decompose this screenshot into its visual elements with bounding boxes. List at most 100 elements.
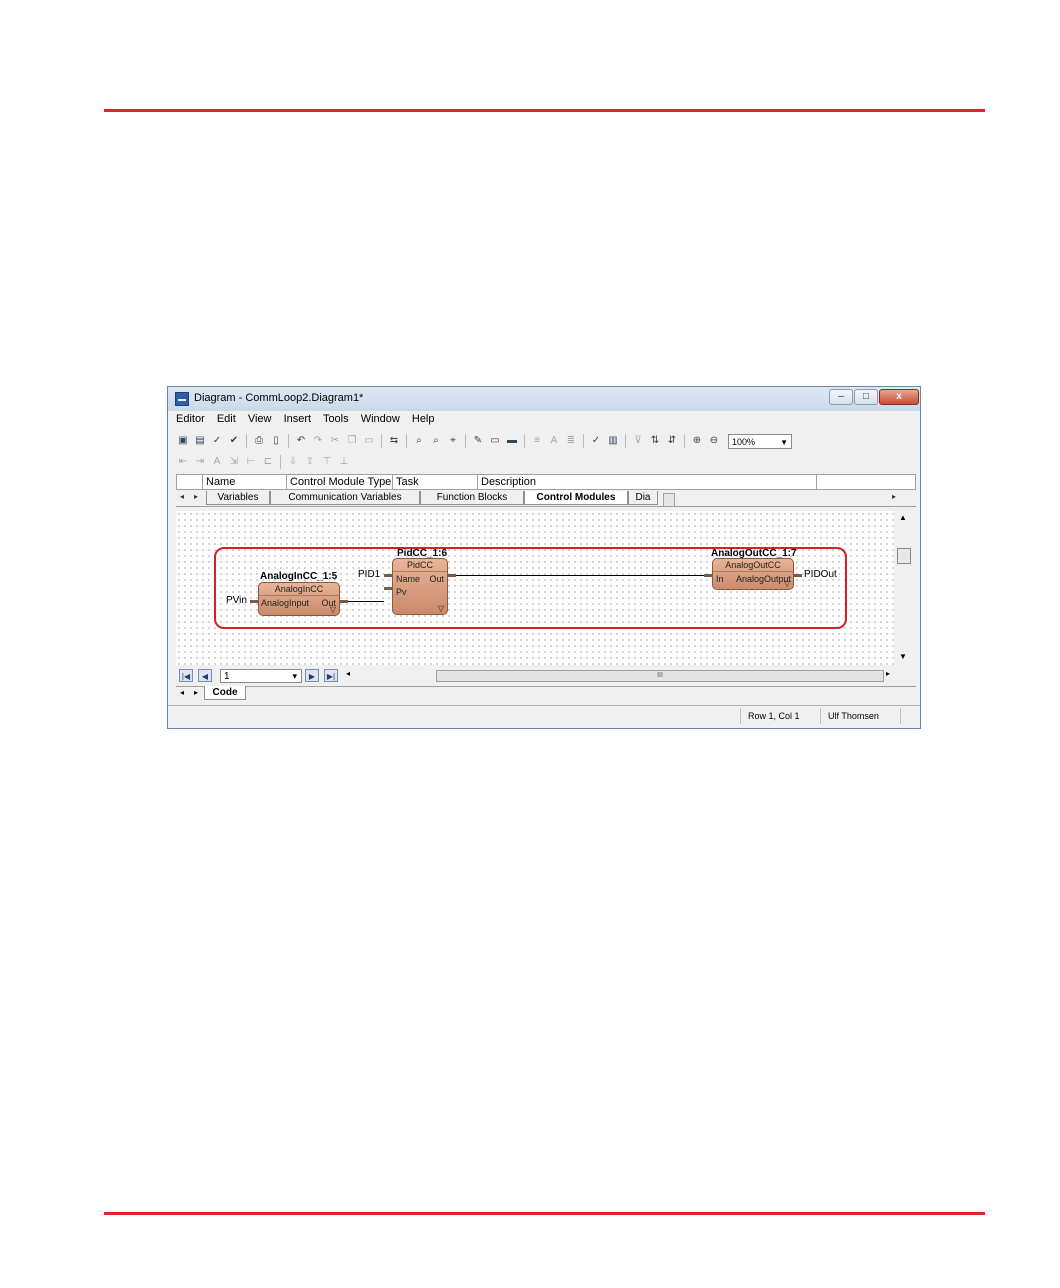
undo-icon[interactable]: ↶ xyxy=(294,434,308,448)
analogout-block[interactable]: AnalogOutCC In AnalogOutput ▽ xyxy=(712,558,794,590)
verify-icon[interactable]: ✓ xyxy=(589,434,603,448)
save-icon[interactable]: ▣ xyxy=(176,434,190,448)
pid-block[interactable]: PidCC Name Pv Out ▽ xyxy=(392,558,448,615)
variables-icon[interactable]: ▥ xyxy=(606,434,620,448)
import-icon[interactable]: ⇩ xyxy=(286,455,300,469)
horizontal-scrollbar[interactable]: ◂ III ▸ xyxy=(344,669,892,682)
branch-icon[interactable]: ⊢ xyxy=(244,455,258,469)
scroll-left-icon[interactable]: ◂ xyxy=(346,669,350,678)
first-page-icon[interactable]: |◀ xyxy=(179,669,193,682)
analogin-block[interactable]: AnalogInCC AnalogInput Out ▽ xyxy=(258,582,340,616)
pin-stub xyxy=(448,574,456,577)
column-name[interactable]: Name xyxy=(203,475,287,489)
text-icon[interactable]: A xyxy=(210,455,224,469)
horizontal-scroll-thumb[interactable]: III xyxy=(436,670,884,682)
print-preview-icon[interactable]: ▯ xyxy=(269,434,283,448)
column-description[interactable]: Description xyxy=(478,475,817,489)
tab-control-modules[interactable]: Control Modules xyxy=(524,491,628,505)
bottom-icon[interactable]: ⊥ xyxy=(337,455,351,469)
editor-tabs: ◂ ▸ Variables Communication Variables Fu… xyxy=(176,491,916,507)
cut-icon[interactable]: ✂ xyxy=(328,434,342,448)
top-icon[interactable]: ⊤ xyxy=(320,455,334,469)
maximize-button[interactable]: □ xyxy=(854,389,878,405)
replace-icon[interactable]: ⌖ xyxy=(446,434,460,448)
find-next-icon[interactable]: ⌕ xyxy=(429,434,443,448)
code-tab-left-icon[interactable]: ◂ xyxy=(180,688,184,697)
menu-insert[interactable]: Insert xyxy=(284,413,312,425)
tab-strip-scroll-thumb[interactable] xyxy=(663,493,675,507)
menu-help[interactable]: Help xyxy=(412,413,435,425)
column-control-module-type[interactable]: Control Module Type xyxy=(287,475,393,489)
font-icon[interactable]: A xyxy=(547,434,561,448)
toolbar-separator xyxy=(524,434,525,448)
check-icon[interactable]: ✓ xyxy=(210,434,224,448)
filter-icon[interactable]: ⊽ xyxy=(631,434,645,448)
tab-function-blocks[interactable]: Function Blocks xyxy=(420,491,524,505)
edit-icon[interactable]: ✎ xyxy=(471,434,485,448)
menu-tools[interactable]: Tools xyxy=(323,413,349,425)
menu-edit[interactable]: Edit xyxy=(217,413,236,425)
tab-diagram[interactable]: Dia xyxy=(628,491,658,505)
analogout-output-pin: AnalogOutput xyxy=(735,574,791,584)
vertical-scroll-thumb[interactable] xyxy=(897,548,911,564)
expand-icon[interactable]: ▽ xyxy=(330,605,336,614)
close-button[interactable]: x xyxy=(879,389,919,405)
previous-page-icon[interactable]: ◀ xyxy=(198,669,212,682)
print-icon[interactable]: ⎙ xyxy=(252,434,266,448)
bracket-icon[interactable]: ⊏ xyxy=(261,455,275,469)
save-all-icon[interactable]: ▤ xyxy=(193,434,207,448)
format-icon[interactable]: ≡ xyxy=(530,434,544,448)
last-page-icon[interactable]: ▶| xyxy=(324,669,338,682)
layout-icon[interactable]: ▭ xyxy=(488,434,502,448)
toolbar-separator xyxy=(381,434,382,448)
vertical-scrollbar[interactable]: ▲ ▼ xyxy=(894,511,914,665)
sort-asc-icon[interactable]: ⇅ xyxy=(648,434,662,448)
align-icon[interactable]: ≣ xyxy=(564,434,578,448)
zoom-in-icon[interactable]: ⊕ xyxy=(690,434,704,448)
move-icon[interactable]: ⇲ xyxy=(227,455,241,469)
grid-scroll-right-icon[interactable]: ▸ xyxy=(892,492,896,501)
status-divider xyxy=(820,708,821,724)
sort-desc-icon[interactable]: ⇵ xyxy=(665,434,679,448)
pvin-label: PVin xyxy=(226,595,247,606)
tab-variables[interactable]: Variables xyxy=(206,491,270,505)
menu-editor[interactable]: Editor xyxy=(176,413,205,425)
pin-stub xyxy=(384,587,392,590)
outdent-icon[interactable]: ⇥ xyxy=(193,455,207,469)
redo-icon[interactable]: ↷ xyxy=(311,434,325,448)
user-name: Ulf Thomsen xyxy=(828,711,879,721)
pidout-label: PIDOut xyxy=(804,569,837,580)
menu-view[interactable]: View xyxy=(248,413,272,425)
tab-scroll-right-icon[interactable]: ▸ xyxy=(194,492,198,501)
refresh-icon[interactable]: ⇆ xyxy=(387,434,401,448)
tab-communication-variables[interactable]: Communication Variables xyxy=(270,491,420,505)
column-task-connection[interactable]: Task Connection xyxy=(393,475,478,502)
page-select[interactable]: 1 xyxy=(220,669,302,683)
find-icon[interactable]: ⌕ xyxy=(412,434,426,448)
toolbar-separator xyxy=(625,434,626,448)
minimize-button[interactable]: – xyxy=(829,389,853,405)
scroll-right-icon[interactable]: ▸ xyxy=(886,669,890,678)
paste-icon[interactable]: ▭ xyxy=(362,434,376,448)
pid-pv-pin: Pv xyxy=(396,587,407,597)
wire-pid-to-analogout[interactable] xyxy=(456,575,704,576)
wire-analogin-to-pid[interactable] xyxy=(348,601,384,602)
zoom-out-icon[interactable]: ⊖ xyxy=(707,434,721,448)
tab-scroll-left-icon[interactable]: ◂ xyxy=(180,492,184,501)
export-icon[interactable]: ⇧ xyxy=(303,455,317,469)
diagram-canvas[interactable]: AnalogInCC_1:5 AnalogInCC AnalogInput Ou… xyxy=(176,511,894,665)
scroll-down-icon[interactable]: ▼ xyxy=(899,652,907,661)
code-tab-right-icon[interactable]: ▸ xyxy=(194,688,198,697)
expand-icon[interactable]: ▽ xyxy=(438,604,444,613)
expand-icon[interactable]: ▽ xyxy=(784,579,790,588)
indent-icon[interactable]: ⇤ xyxy=(176,455,190,469)
grid-header: Name Control Module Type Task Connection… xyxy=(176,474,916,502)
zoom-select[interactable]: 100% xyxy=(728,433,792,450)
next-page-icon[interactable]: ▶ xyxy=(305,669,319,682)
copy-icon[interactable]: ❐ xyxy=(345,434,359,448)
scroll-up-icon[interactable]: ▲ xyxy=(899,513,907,522)
menu-window[interactable]: Window xyxy=(361,413,400,425)
tab-code[interactable]: Code xyxy=(204,686,246,700)
layout-alt-icon[interactable]: ▬ xyxy=(505,434,519,448)
compile-icon[interactable]: ✔ xyxy=(227,434,241,448)
